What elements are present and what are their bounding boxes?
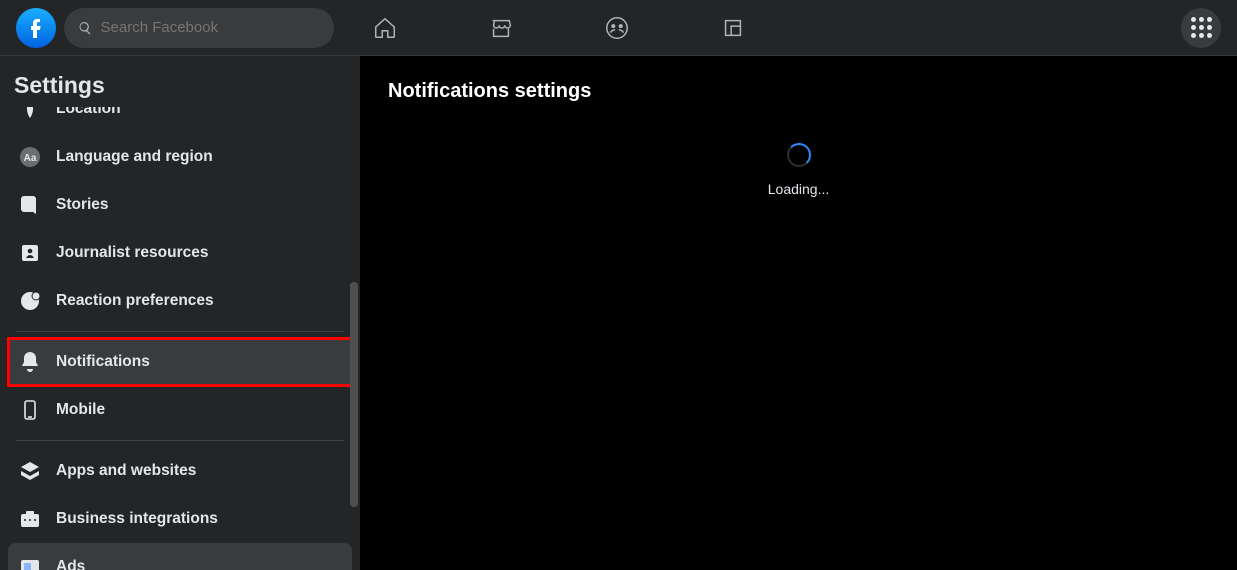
sidebar-item-label: Notifications xyxy=(56,353,150,371)
search-input[interactable] xyxy=(101,19,320,36)
nav-home[interactable] xyxy=(371,14,399,42)
reactions-icon xyxy=(16,287,44,315)
loading-indicator: Loading... xyxy=(388,143,1209,197)
nav-groups[interactable] xyxy=(603,14,631,42)
sidebar-item-language[interactable]: Aa Language and region xyxy=(8,133,352,181)
divider xyxy=(16,331,344,332)
sidebar-item-reactions[interactable]: Reaction preferences xyxy=(8,277,352,325)
sidebar-title: Settings xyxy=(0,56,360,107)
sidebar-item-business[interactable]: Business integrations xyxy=(8,495,352,543)
top-bar xyxy=(0,0,1237,56)
stories-icon xyxy=(16,191,44,219)
sidebar-item-apps[interactable]: Apps and websites xyxy=(8,447,352,495)
search-box[interactable] xyxy=(64,8,334,48)
sidebar-item-location[interactable]: Location xyxy=(8,107,352,133)
home-icon xyxy=(372,15,398,41)
sidebar-item-label: Reaction preferences xyxy=(56,292,214,310)
facebook-logo[interactable] xyxy=(16,8,56,48)
sidebar-item-notifications[interactable]: Notifications xyxy=(8,338,352,386)
sidebar-item-label: Journalist resources xyxy=(56,244,208,262)
sidebar-item-ads[interactable]: Ads xyxy=(8,543,352,570)
nav-gaming[interactable] xyxy=(719,14,747,42)
mobile-icon xyxy=(16,396,44,424)
sidebar-item-label: Language and region xyxy=(56,148,213,166)
settings-sidebar: Settings Location Aa Language and region xyxy=(0,56,360,570)
divider xyxy=(16,440,344,441)
search-icon xyxy=(78,20,93,36)
ads-icon xyxy=(16,553,44,570)
spinner-icon xyxy=(787,143,811,167)
groups-icon xyxy=(604,15,630,41)
language-icon: Aa xyxy=(16,143,44,171)
right-cluster xyxy=(1181,8,1221,48)
sidebar-item-label: Business integrations xyxy=(56,510,218,528)
journalist-icon xyxy=(16,239,44,267)
gaming-icon xyxy=(720,15,746,41)
sidebar-item-label: Stories xyxy=(56,196,109,214)
sidebar-item-journalist[interactable]: Journalist resources xyxy=(8,229,352,277)
svg-text:Aa: Aa xyxy=(24,153,37,164)
menu-grid-icon xyxy=(1191,17,1212,38)
page-title: Notifications settings xyxy=(388,80,1209,103)
apps-icon xyxy=(16,457,44,485)
location-icon xyxy=(16,107,44,123)
sidebar-item-mobile[interactable]: Mobile xyxy=(8,386,352,434)
main-content: Notifications settings Loading... xyxy=(360,56,1237,570)
sidebar-item-label: Location xyxy=(56,107,121,118)
sidebar-item-label: Apps and websites xyxy=(56,462,196,480)
bell-icon xyxy=(16,348,44,376)
center-nav xyxy=(371,14,747,42)
sidebar-item-label: Ads xyxy=(56,558,85,570)
business-icon xyxy=(16,505,44,533)
sidebar-item-label: Mobile xyxy=(56,401,105,419)
menu-button[interactable] xyxy=(1181,8,1221,48)
marketplace-icon xyxy=(488,15,514,41)
sidebar-item-stories[interactable]: Stories xyxy=(8,181,352,229)
facebook-icon xyxy=(24,16,48,40)
nav-marketplace[interactable] xyxy=(487,14,515,42)
loading-text: Loading... xyxy=(768,181,830,197)
scrollbar-thumb[interactable] xyxy=(350,282,358,507)
